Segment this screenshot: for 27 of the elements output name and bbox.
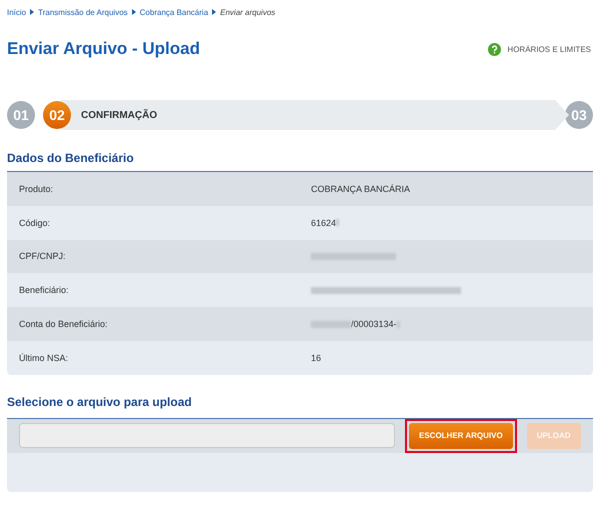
caret-icon — [30, 9, 34, 15]
field-label: Beneficiário: — [19, 285, 70, 296]
page-title: Enviar Arquivo - Upload — [7, 39, 200, 59]
field-label: Código: — [19, 218, 52, 228]
field-value: 61624 — [311, 218, 336, 228]
caret-icon — [212, 9, 216, 15]
field-value: 16 — [311, 352, 322, 363]
field-label: Conta do Beneficiário: — [19, 319, 109, 330]
caret-icon — [132, 9, 136, 15]
field-value: COBRANÇA BANCÁRIA — [311, 184, 410, 194]
section-heading: Selecione o arquivo para upload — [7, 394, 193, 409]
step-label: CONFIRMAÇÃO — [81, 110, 158, 120]
step-number: 01 — [7, 101, 35, 129]
file-field[interactable] — [19, 423, 395, 448]
breadcrumb-link[interactable]: Transmissão de Arquivos — [38, 8, 128, 16]
field-label: Produto: — [19, 184, 54, 194]
field-label: Último NSA: — [19, 352, 70, 363]
step-number: 03 — [565, 101, 593, 129]
breadcrumb-link[interactable]: Cobrança Bancária — [140, 8, 208, 16]
field-label: CPF/CNPJ: — [19, 251, 67, 262]
breadcrumb-link[interactable]: Início — [7, 8, 26, 16]
breadcrumb-link[interactable]: Enviar arquivos — [220, 8, 276, 16]
help-icon — [488, 42, 502, 56]
section-heading: Dados do Beneficiário — [7, 151, 135, 165]
field-value: /00003134- — [351, 319, 397, 330]
step-number: 02 — [43, 101, 71, 129]
help-link[interactable]: HORÁRIOS E LIMITES — [488, 42, 591, 56]
